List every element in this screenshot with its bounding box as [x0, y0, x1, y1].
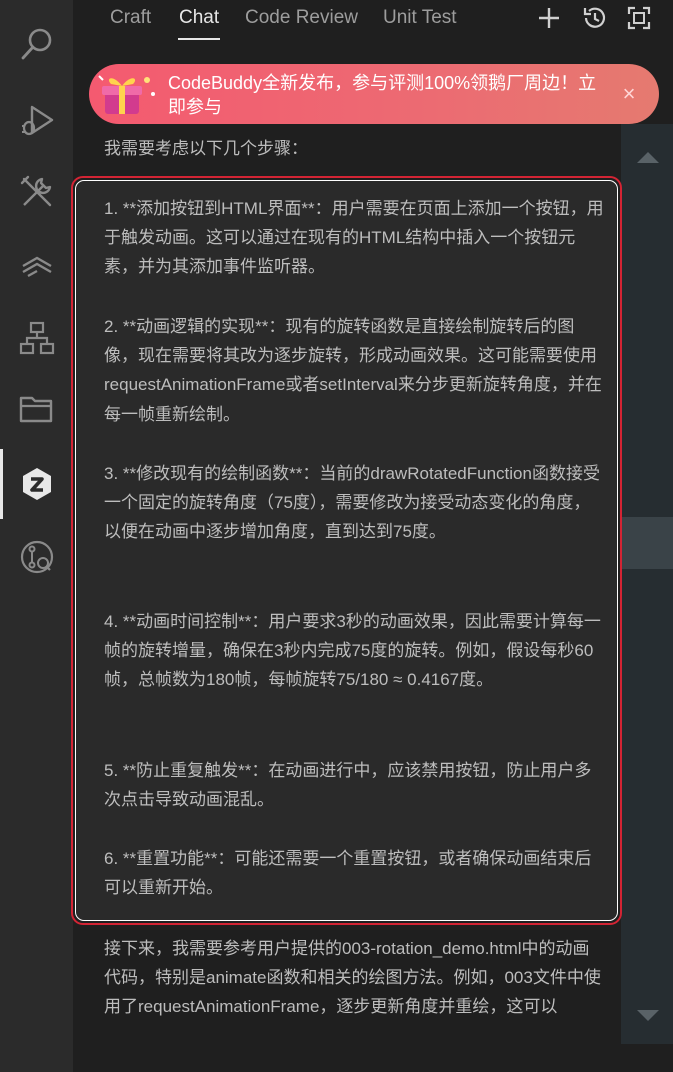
tools-icon[interactable]	[0, 162, 73, 222]
step-item: 2. **动画逻辑的实现**：现有的旋转函数是直接绘制旋转后的图像，现在需要将其…	[104, 317, 602, 424]
layers-icon[interactable]	[0, 235, 73, 295]
step-item: 1. **添加按钮到HTML界面**：用户需要在页面上添加一个按钮，用于触发动画…	[104, 199, 604, 277]
scrollbar[interactable]	[621, 124, 673, 1044]
step-item: 3. **修改现有的绘制函数**：当前的drawRotatedFunction函…	[104, 464, 600, 542]
codebuddy-icon[interactable]	[0, 454, 73, 514]
folder-icon[interactable]	[0, 379, 73, 439]
search-icon[interactable]	[0, 14, 73, 74]
tab-craft[interactable]: Craft	[110, 7, 151, 29]
tab-code-review[interactable]: Code Review	[245, 7, 358, 29]
tab-unit-test[interactable]: Unit Test	[383, 7, 457, 29]
close-icon[interactable]: ×	[617, 82, 641, 106]
step-item: 4. **动画时间控制**：用户要求3秒的动画效果，因此需要计算每一帧的旋转增量…	[104, 612, 601, 690]
scroll-thumb[interactable]	[621, 517, 673, 569]
tab-bar: Craft Chat Code Review Unit Test	[73, 0, 673, 44]
plus-icon[interactable]	[535, 4, 563, 32]
gift-icon	[98, 75, 155, 114]
tab-chat-underline	[178, 38, 220, 40]
chat-intro-text: 我需要考虑以下几个步骤：	[104, 139, 308, 158]
step-item: 6. **重置功能**：可能还需要一个重置按钮，或者确保动画结束后可以重新开始。	[104, 849, 592, 898]
git-search-icon[interactable]	[0, 527, 73, 587]
maximize-icon[interactable]	[625, 4, 653, 32]
scroll-down-arrow-icon[interactable]	[637, 1010, 659, 1021]
run-debug-icon[interactable]	[0, 90, 73, 150]
promo-banner[interactable]: CodeBuddy全新发布，参与评测100%领鹅厂周边！立即参与 ×	[89, 64, 659, 124]
tab-chat[interactable]: Chat	[179, 7, 219, 29]
chat-outro-text: 接下来，我需要参考用户提供的003-rotation_demo.html中的动画…	[104, 939, 601, 1017]
history-icon[interactable]	[581, 4, 609, 32]
step-item: 5. **防止重复触发**：在动画进行中，应该禁用按钮，防止用户多次点击导致动画…	[104, 761, 592, 810]
bottom-bar	[73, 1044, 673, 1072]
hierarchy-icon[interactable]	[0, 308, 73, 368]
promo-text: CodeBuddy全新发布，参与评测100%领鹅厂周边！立即参与	[168, 73, 597, 117]
activity-bar	[0, 0, 73, 1072]
scroll-up-arrow-icon[interactable]	[637, 152, 659, 163]
